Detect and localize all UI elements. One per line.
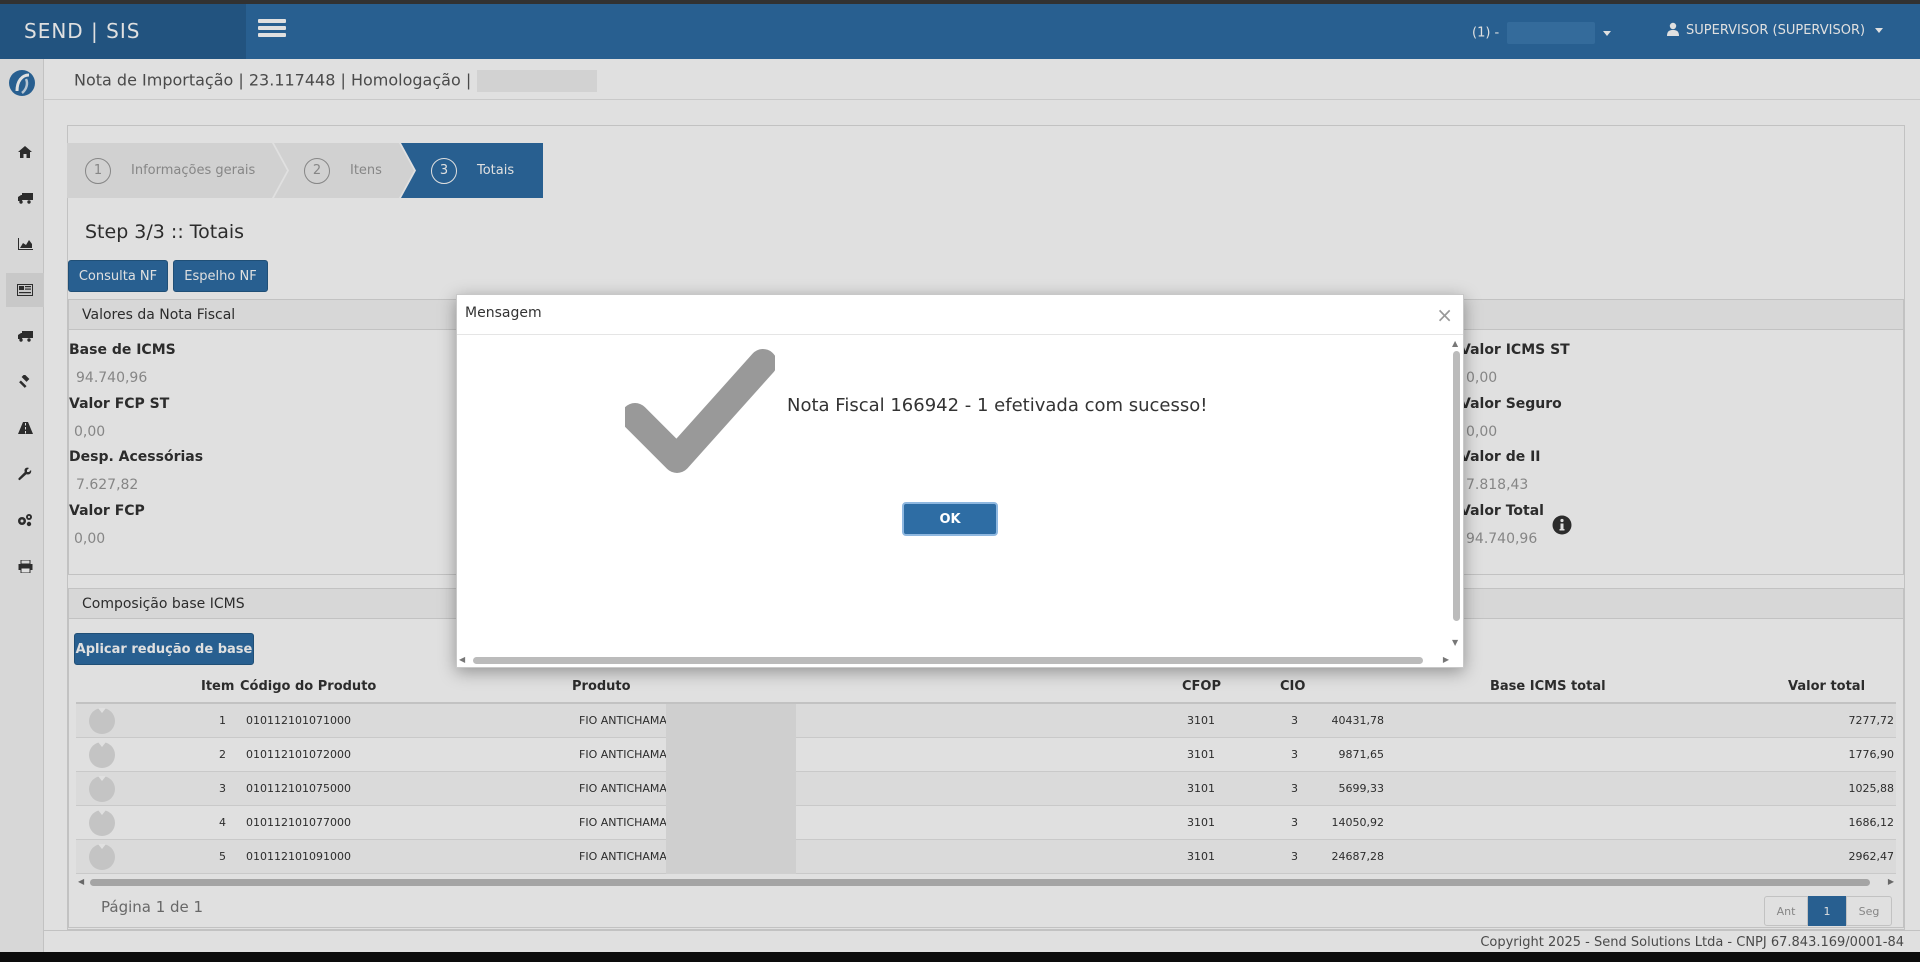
scroll-left-icon[interactable]: ◀ bbox=[459, 655, 465, 664]
scrollbar-thumb[interactable] bbox=[473, 657, 1423, 664]
dialog-vertical-scrollbar[interactable]: ▲ ▼ bbox=[1451, 339, 1461, 647]
message-dialog: Mensagem × Nota Fiscal 166942 - 1 efetiv… bbox=[456, 294, 1464, 668]
ok-button[interactable]: OK bbox=[902, 502, 998, 536]
dialog-message: Nota Fiscal 166942 - 1 efetivada com suc… bbox=[787, 395, 1208, 416]
dialog-header: Mensagem × bbox=[457, 295, 1463, 335]
close-icon[interactable]: × bbox=[1436, 303, 1453, 327]
scroll-up-icon[interactable]: ▲ bbox=[1452, 339, 1458, 348]
scroll-down-icon[interactable]: ▼ bbox=[1452, 638, 1458, 647]
dialog-title: Mensagem bbox=[465, 305, 542, 321]
scroll-right-icon[interactable]: ▶ bbox=[1443, 655, 1449, 664]
checkmark-icon bbox=[625, 349, 775, 473]
scrollbar-thumb[interactable] bbox=[1453, 351, 1460, 621]
dialog-horizontal-scrollbar[interactable]: ◀ ▶ bbox=[459, 655, 1449, 665]
